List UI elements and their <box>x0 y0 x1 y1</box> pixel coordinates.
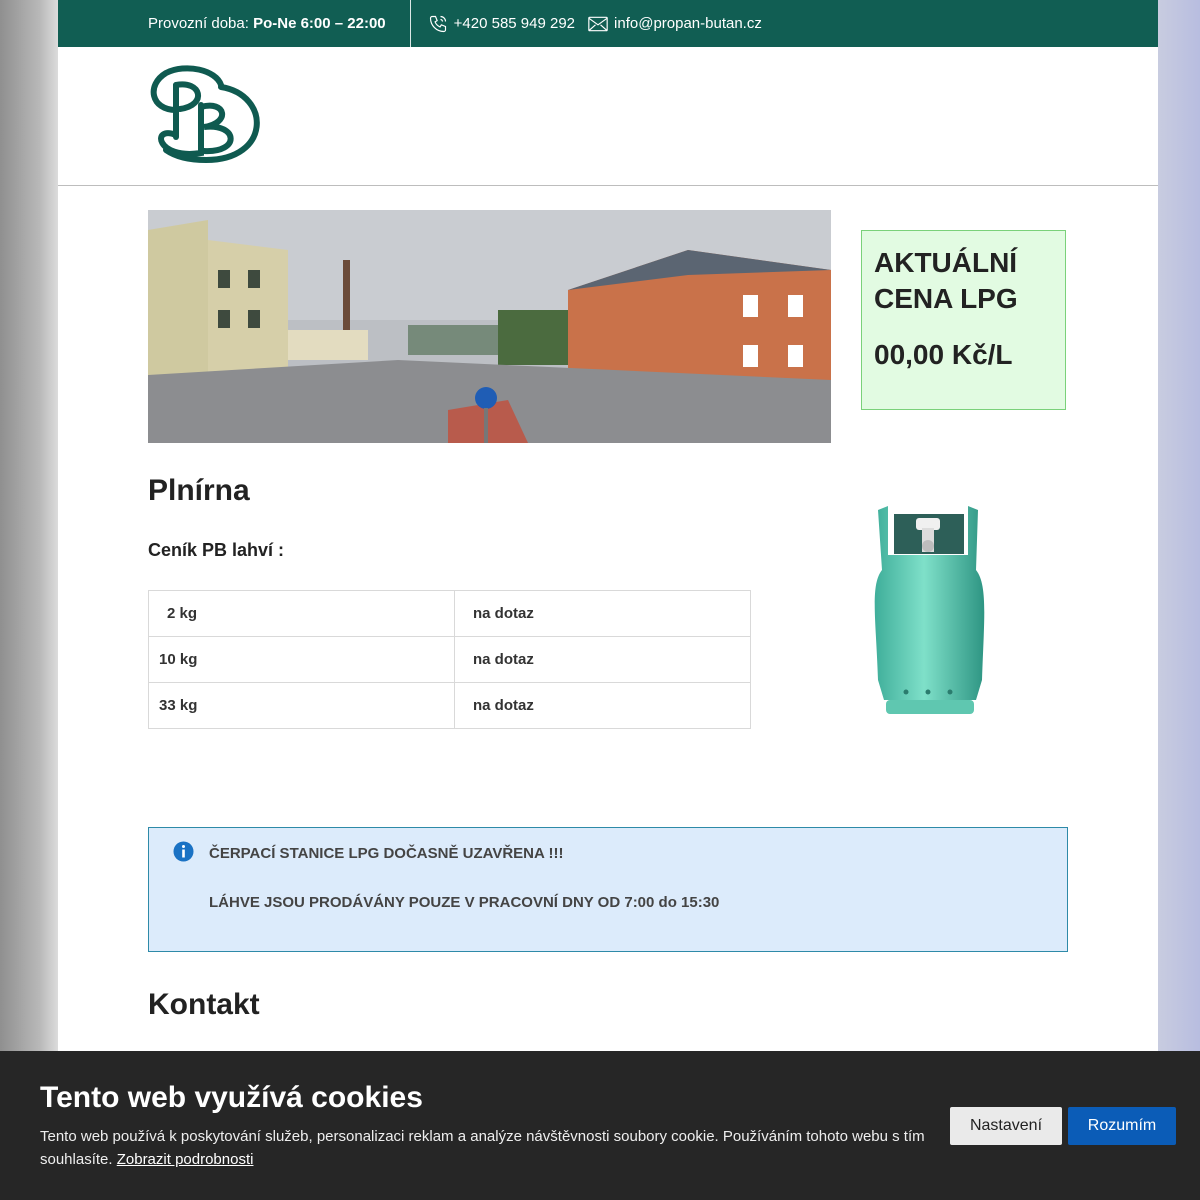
info-alert: ČERPACÍ STANICE LPG DOČASNĚ UZAVŘENA !!!… <box>148 827 1068 952</box>
lpg-price-box: AKTUÁLNÍ CENA LPG 00,00 Kč/L <box>861 230 1066 410</box>
lpg-price-title: AKTUÁLNÍ CENA LPG <box>874 247 1018 314</box>
bottle-size: 33 kg <box>148 682 455 729</box>
email-link[interactable]: info@propan-butan.cz <box>587 13 762 35</box>
gas-bottle-image <box>874 506 985 714</box>
bottle-size: 2 kg <box>148 590 455 637</box>
topbar-divider <box>409 0 411 47</box>
street-photo <box>148 210 831 443</box>
topbar-contact: +420 585 949 292 info@propan-butan.cz <box>411 13 774 35</box>
phone-number: +420 585 949 292 <box>453 15 576 32</box>
cookie-description: Tento web používá k poskytování služeb, … <box>40 1125 940 1171</box>
cookie-details-link[interactable]: Zobrazit podrobnosti <box>117 1151 254 1168</box>
email-address: info@propan-butan.cz <box>614 15 762 32</box>
table-row: 2 kg na dotaz <box>148 590 751 637</box>
opening-hours-value: Po-Ne 6:00 – 22:00 <box>253 15 386 32</box>
phone-link[interactable]: +420 585 949 292 <box>427 13 575 35</box>
bottle-price: na dotaz <box>454 590 751 637</box>
table-row: 33 kg na dotaz <box>148 682 751 729</box>
lpg-price-value: 00,00 Kč/L <box>874 339 1013 370</box>
bottle-price: na dotaz <box>454 682 751 729</box>
bottle-price: na dotaz <box>454 636 751 683</box>
kontakt-heading: Kontakt <box>148 988 260 1021</box>
plnirna-heading: Plnírna <box>148 474 250 507</box>
site-header <box>58 47 1158 186</box>
cookie-accept-button[interactable]: Rozumím <box>1068 1107 1176 1145</box>
cookie-title: Tento web využívá cookies <box>40 1081 423 1114</box>
bottle-price-table: 2 kg na dotaz 10 kg na dotaz 33 kg na do… <box>148 590 751 729</box>
bottle-size: 10 kg <box>148 636 455 683</box>
table-row: 10 kg na dotaz <box>148 636 751 683</box>
price-list-heading: Ceník PB lahví : <box>148 540 285 560</box>
opening-hours: Provozní doba: Po-Ne 6:00 – 22:00 <box>148 15 386 32</box>
cookie-banner: Tento web využívá cookies Tento web použ… <box>0 1051 1200 1200</box>
alert-line-2: LÁHVE JSOU PRODÁVÁNY POUZE V PRACOVNÍ DN… <box>209 894 720 911</box>
phone-icon <box>427 13 449 35</box>
page: Provozní doba: Po-Ne 6:00 – 22:00 +420 5… <box>58 0 1158 1200</box>
info-icon <box>173 841 194 862</box>
top-bar: Provozní doba: Po-Ne 6:00 – 22:00 +420 5… <box>58 0 1158 47</box>
cookie-settings-button[interactable]: Nastavení <box>950 1107 1062 1145</box>
mail-icon <box>587 13 609 35</box>
logo-pb[interactable] <box>146 65 268 165</box>
alert-line-1: ČERPACÍ STANICE LPG DOČASNĚ UZAVŘENA !!! <box>209 845 564 862</box>
